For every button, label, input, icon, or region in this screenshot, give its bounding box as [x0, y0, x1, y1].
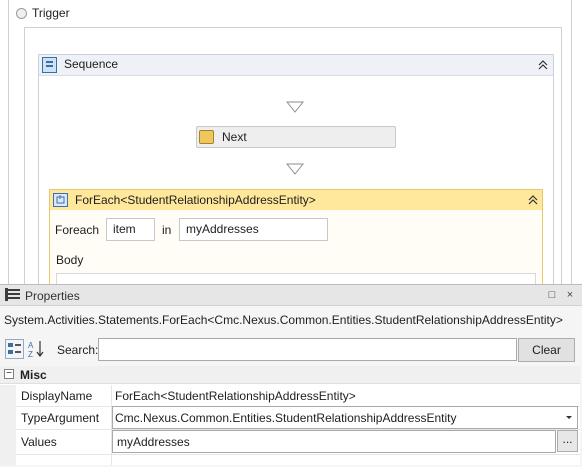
properties-title-bar[interactable]	[0, 285, 582, 306]
in-keyword-label: in	[162, 223, 172, 237]
close-button[interactable]: ×	[563, 289, 577, 303]
foreach-collapse-button[interactable]	[526, 193, 540, 207]
sequence-collapse-button[interactable]	[536, 58, 550, 72]
sequence-title: Sequence	[64, 57, 119, 71]
property-name-values: Values	[21, 435, 57, 449]
foreach-item-field[interactable]: item	[106, 218, 155, 241]
grid-left-gutter	[0, 385, 16, 465]
ellipsis-button[interactable]: ...	[557, 430, 578, 452]
property-value-typeargument: Cmc.Nexus.Common.Entities.StudentRelatio…	[115, 411, 457, 425]
activity-icon	[199, 130, 214, 144]
body-label: Body	[56, 253, 84, 267]
maximize-button[interactable]: □	[545, 289, 559, 303]
body-drop-area[interactable]	[56, 273, 536, 284]
clear-button[interactable]: Clear	[518, 338, 575, 362]
search-label: Search:	[57, 343, 99, 357]
foreach-title: ForEach<StudentRelationshipAddressEntity…	[75, 193, 316, 207]
properties-title: Properties	[25, 289, 80, 303]
category-row[interactable]	[0, 366, 580, 384]
dropdown-arrow-button[interactable]	[562, 410, 576, 424]
next-activity-label: Next	[222, 130, 247, 144]
chevron-up-icon	[528, 195, 538, 205]
selected-type-name: System.Activities.Statements.ForEach<Cmc…	[4, 313, 563, 327]
sort-alphabetical-button[interactable]: A Z	[27, 339, 46, 359]
drop-target-arrow-icon[interactable]	[285, 163, 305, 175]
foreach-keyword-label: Foreach	[55, 223, 100, 237]
property-value-values: myAddresses	[117, 435, 190, 449]
drop-target-arrow-icon[interactable]	[285, 101, 305, 113]
svg-text:Z: Z	[28, 350, 33, 359]
property-value-displayname[interactable]: ForEach<StudentRelationshipAddressEntity…	[115, 389, 356, 403]
category-collapse-toggle[interactable]: −	[4, 369, 14, 379]
property-name-typeargument: TypeArgument	[21, 411, 100, 425]
trigger-label: Trigger	[32, 6, 70, 20]
category-label: Misc	[20, 368, 47, 382]
categorized-view-button[interactable]	[5, 339, 24, 359]
categorized-view-icon	[8, 343, 21, 354]
property-name-displayname: DisplayName	[21, 389, 93, 403]
workflow-designer-canvas[interactable]: Trigger Sequence Next ForEach<StudentRel…	[0, 0, 582, 284]
chevron-down-icon	[566, 416, 572, 419]
trigger-radio[interactable]	[16, 8, 27, 19]
search-input[interactable]	[98, 338, 517, 361]
properties-list-icon	[5, 288, 20, 302]
chevron-up-icon	[538, 60, 548, 70]
foreach-icon	[53, 193, 68, 207]
sort-alphabetical-icon: A Z	[28, 341, 44, 359]
sequence-icon	[42, 57, 57, 73]
foreach-values-field[interactable]: myAddresses	[179, 218, 328, 241]
svg-text:A: A	[28, 341, 34, 350]
row-divider	[16, 454, 580, 455]
